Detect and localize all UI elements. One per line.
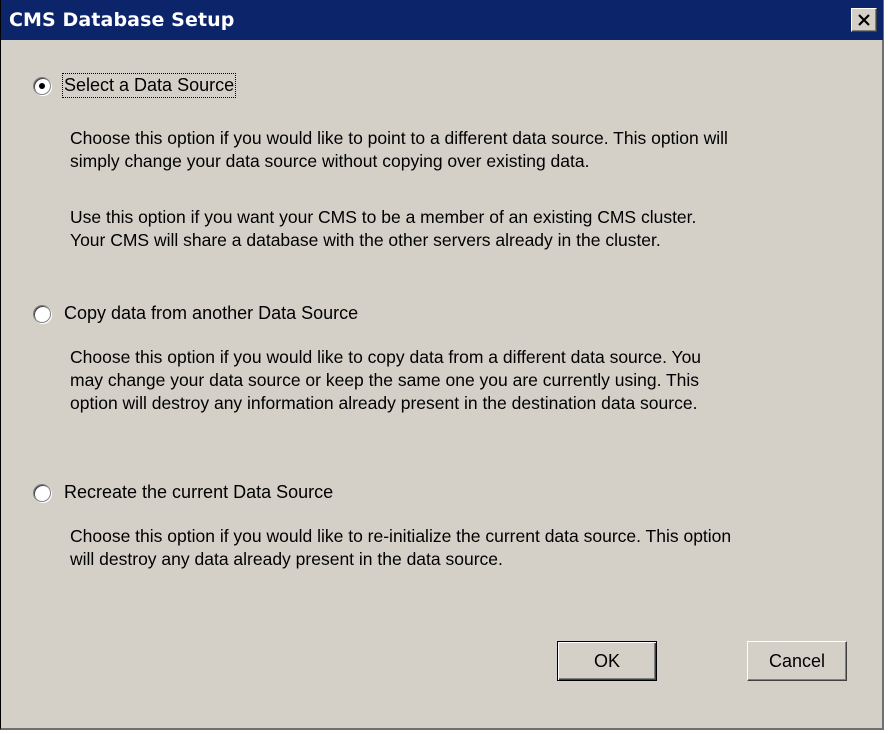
description-line: Your CMS will share a database with the … xyxy=(70,230,661,250)
option-description-select-data-source: Choose this option if you would like to … xyxy=(70,127,870,173)
option-description-copy-data: Choose this option if you would like to … xyxy=(70,346,870,415)
option-description-recreate-data-source: Choose this option if you would like to … xyxy=(70,525,870,571)
cancel-button[interactable]: Cancel xyxy=(747,641,847,681)
description-line: Choose this option if you would like to … xyxy=(70,128,728,148)
description-line: Choose this option if you would like to … xyxy=(70,526,732,546)
description-line: Use this option if you want your CMS to … xyxy=(70,207,697,227)
option-select-data-source[interactable]: Select a Data Source xyxy=(33,73,237,98)
option-label-copy-data[interactable]: Copy data from another Data Source xyxy=(64,303,358,324)
dialog-body: Select a Data Source Choose this option … xyxy=(1,40,883,728)
close-icon xyxy=(858,14,870,26)
option-label-select-data-source[interactable]: Select a Data Source xyxy=(61,73,237,98)
description-line: simply change your data source without c… xyxy=(70,151,590,171)
ok-button[interactable]: OK xyxy=(557,641,657,681)
option-description-cluster: Use this option if you want your CMS to … xyxy=(70,206,870,252)
description-line: may change your data source or keep the … xyxy=(70,370,700,390)
option-copy-data[interactable]: Copy data from another Data Source xyxy=(33,303,358,324)
description-line: Choose this option if you would like to … xyxy=(70,347,702,367)
dialog-title: CMS Database Setup xyxy=(9,9,235,31)
radio-recreate-data-source[interactable] xyxy=(33,483,51,502)
cms-database-setup-dialog: CMS Database Setup Select a Data Source … xyxy=(0,0,884,730)
radio-copy-data[interactable] xyxy=(33,304,51,323)
close-button[interactable] xyxy=(851,8,877,32)
title-bar: CMS Database Setup xyxy=(1,0,883,40)
option-label-recreate-data-source[interactable]: Recreate the current Data Source xyxy=(64,482,333,503)
description-line: option will destroy any information alre… xyxy=(70,393,698,413)
radio-select-data-source[interactable] xyxy=(33,76,51,95)
option-recreate-data-source[interactable]: Recreate the current Data Source xyxy=(33,482,333,503)
description-line: will destroy any data already present in… xyxy=(70,549,503,569)
